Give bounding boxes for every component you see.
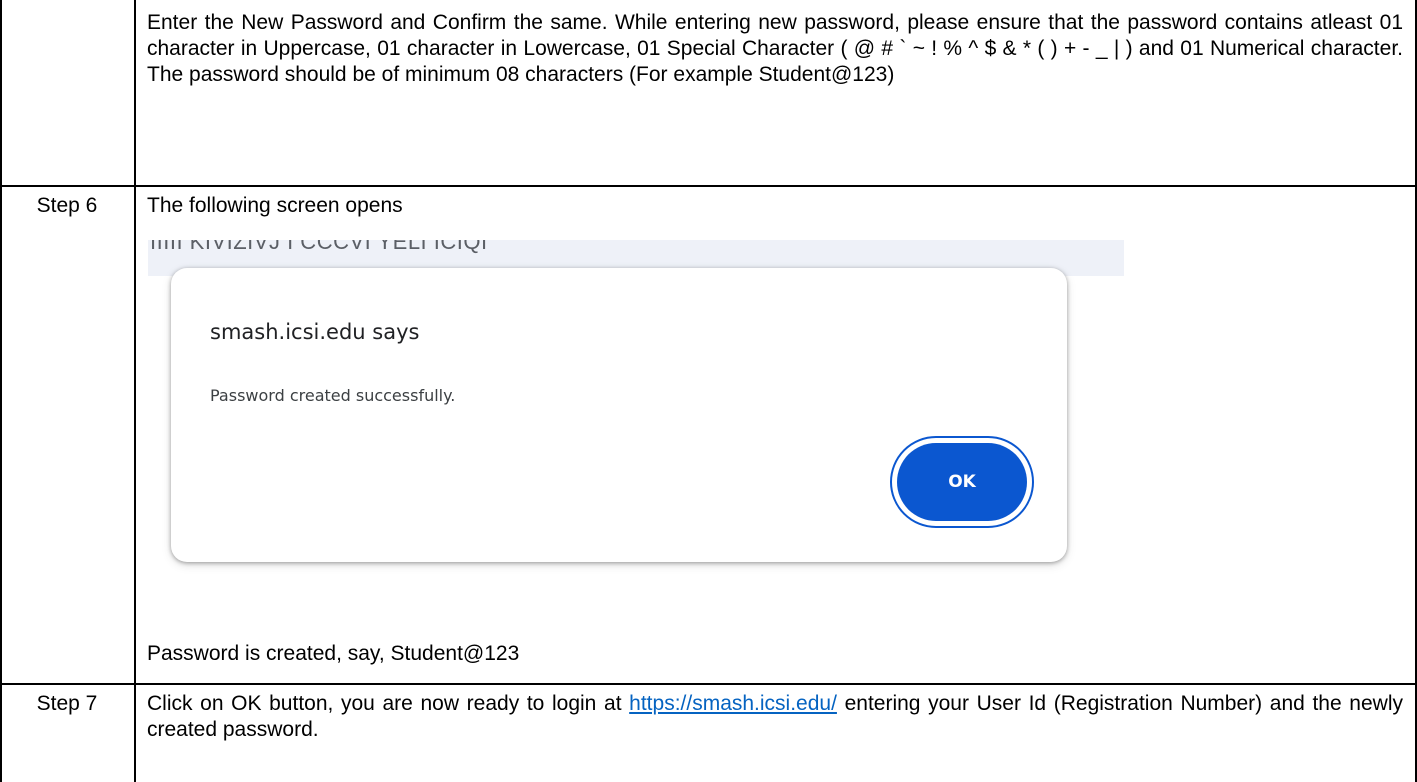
step7-text-before: Click on OK button, you are now ready to… <box>147 692 630 715</box>
ok-button-label: OK <box>897 443 1027 521</box>
instruction-table: Enter the New Password and Confirm the s… <box>0 0 1417 782</box>
smash-login-link[interactable]: https://smash.icsi.edu/ <box>629 692 837 715</box>
dialog-message: Password created successfully. <box>210 386 456 405</box>
row-divider-1 <box>0 185 1417 187</box>
success-dialog-screenshot: IIIII KIVIZIVJ I CCCVI YELI ICIQI smash.… <box>148 240 1124 592</box>
step-label-step7: Step 7 <box>36 692 98 715</box>
column-divider <box>134 0 136 782</box>
ok-button[interactable]: OK <box>890 436 1034 528</box>
step6-intro: The following screen opens <box>147 194 403 217</box>
password-instructions: Enter the New Password and Confirm the s… <box>147 11 1403 86</box>
row-divider-2 <box>0 683 1417 685</box>
step-label-step6: Step 6 <box>36 194 98 217</box>
step6-result: Password is created, say, Student@123 <box>147 642 520 665</box>
step7-instructions: Click on OK button, you are now ready to… <box>147 691 1403 743</box>
table-left-border <box>0 0 2 782</box>
dialog-title: smash.icsi.edu says <box>210 320 420 344</box>
alert-dialog: smash.icsi.edu says Password created suc… <box>171 268 1067 562</box>
cropped-background-text: IIIII KIVIZIVJ I CCCVI YELI ICIQI <box>150 240 488 254</box>
